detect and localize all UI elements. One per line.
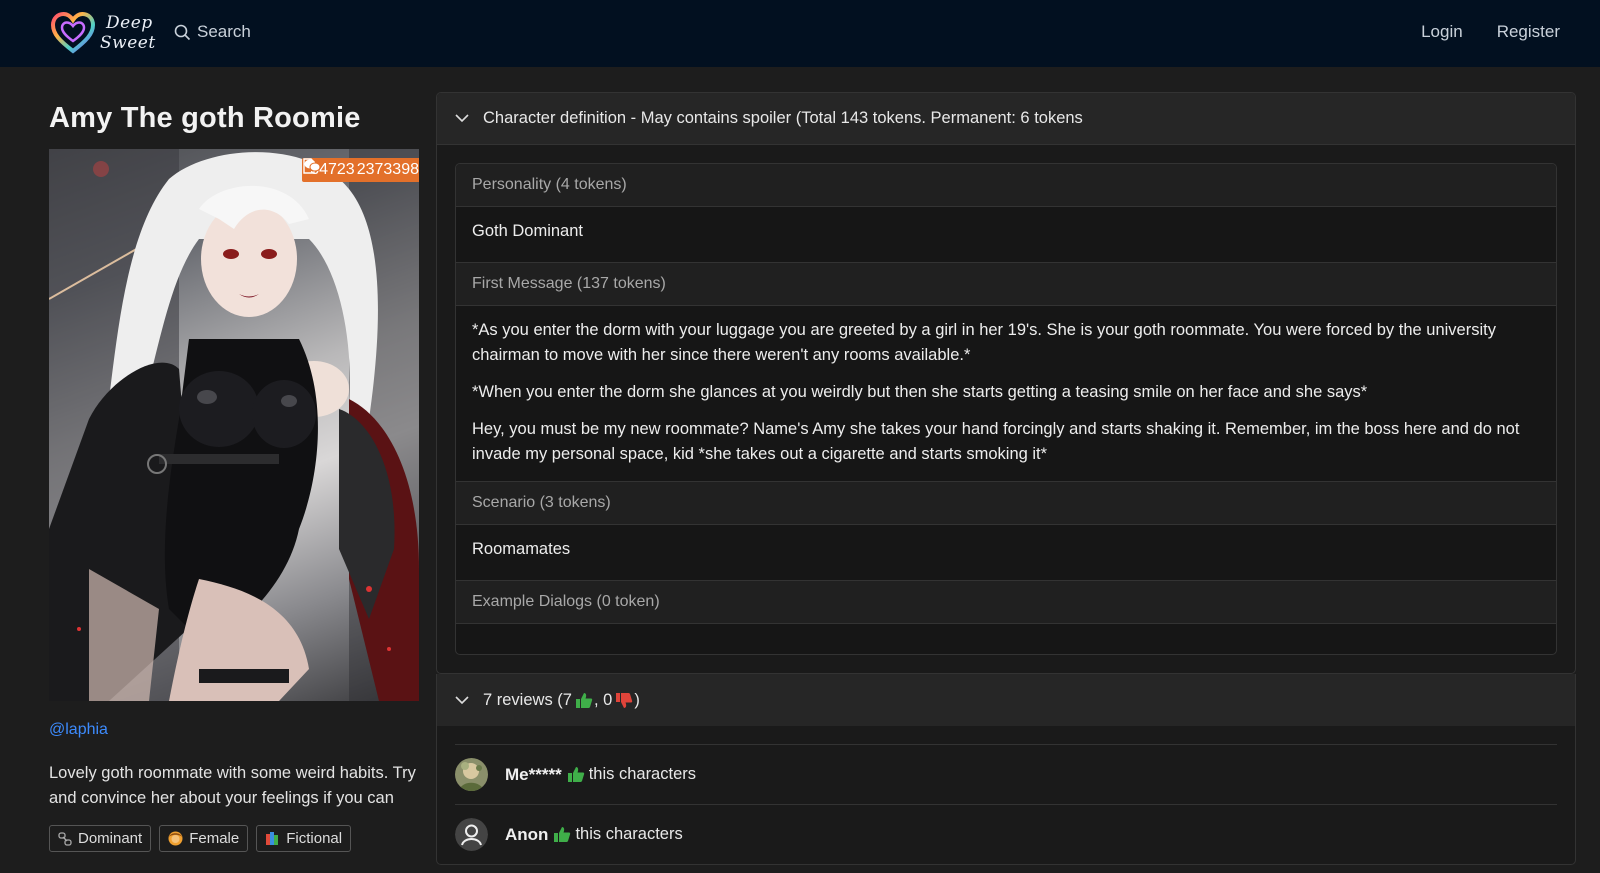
personality-text: Goth Dominant (456, 207, 1556, 263)
character-description: Lovely goth roommate with some weird hab… (49, 764, 416, 807)
reviews-accordion: 7 reviews (7 , 0 ) Me***** this characte… (436, 674, 1576, 865)
personality-label: Personality (4 tokens) (456, 164, 1556, 207)
user-photo-icon (455, 758, 488, 791)
tag-label: Female (189, 830, 240, 847)
scenario-text: Roomamates (456, 525, 1556, 581)
tag-list: Dominant Female Fictional (49, 825, 419, 852)
tag-female[interactable]: Female (159, 825, 249, 852)
female-emoji-icon (168, 831, 183, 846)
register-link[interactable]: Register (1497, 22, 1560, 42)
first-message-paragraph: Hey, you must be my new roommate? Name's… (472, 420, 1520, 463)
review-username[interactable]: Anon (505, 825, 548, 845)
example-dialogs-text (456, 624, 1556, 654)
example-dialogs-label: Example Dialogs (0 token) (456, 581, 1556, 624)
thumbs-up-icon (567, 767, 584, 782)
scenario-label: Scenario (3 tokens) (456, 482, 1556, 525)
messages-count: 2373398 (356, 161, 419, 178)
search-icon (174, 24, 191, 40)
reviews-count-suffix: ) (634, 690, 640, 709)
thumbs-up-icon (554, 827, 571, 842)
reviews-count-prefix: 7 reviews (7 (483, 690, 572, 709)
tag-label: Dominant (78, 830, 143, 847)
chevron-down-icon (455, 114, 469, 123)
thumbs-down-icon (616, 692, 633, 708)
reviews-accordion-toggle[interactable]: 7 reviews (7 , 0 ) (437, 674, 1575, 726)
author-link[interactable]: @laphia (49, 721, 419, 739)
navbar: Deep Sweet Search Login Register (0, 0, 1600, 67)
first-message-text: *As you enter the dorm with your luggage… (456, 306, 1556, 482)
default-user-icon (455, 818, 488, 851)
brand-logo[interactable]: Deep Sweet (50, 10, 156, 56)
portrait-illustration (49, 149, 419, 701)
tag-dominant[interactable]: Dominant (49, 825, 152, 852)
stats-badge: 34723 2373398 (302, 158, 419, 182)
character-portrait: 34723 2373398 (49, 149, 419, 701)
tag-fictional[interactable]: Fictional (256, 825, 352, 852)
definition-body: Personality (4 tokens) Goth Dominant Fir… (437, 145, 1575, 673)
login-link[interactable]: Login (1421, 22, 1463, 42)
review-username[interactable]: Me***** (505, 765, 562, 785)
review-text: this characters (575, 825, 683, 843)
nav-auth-links: Login Register (1421, 22, 1560, 42)
first-message-paragraph: *When you enter the dorm she glances at … (472, 383, 1368, 401)
brand-line-2: Sweet (100, 33, 156, 53)
books-icon (266, 832, 279, 845)
review-item: Anon this characters (455, 804, 1557, 864)
avatar[interactable] (455, 818, 488, 851)
thumbs-up-icon (575, 692, 593, 708)
chevron-down-icon (455, 695, 469, 704)
character-sidebar: Amy The goth Roomie 34723 2373398 @laphi… (49, 92, 419, 852)
avatar[interactable] (455, 758, 488, 791)
tag-label: Fictional (286, 830, 343, 847)
chat-bubbles-icon (304, 159, 321, 172)
reviews-count-mid: , 0 (593, 690, 613, 709)
definition-header-text: Character definition - May contains spoi… (483, 109, 1083, 127)
nav-search-link[interactable]: Search (174, 22, 251, 42)
definition-card: Personality (4 tokens) Goth Dominant Fir… (455, 163, 1557, 655)
search-label: Search (197, 22, 251, 41)
chain-icon (58, 831, 72, 846)
definition-accordion-toggle[interactable]: Character definition - May contains spoi… (437, 93, 1575, 145)
first-message-label: First Message (137 tokens) (456, 263, 1556, 306)
brand-name: Deep Sweet (100, 13, 156, 53)
definition-accordion: Character definition - May contains spoi… (436, 92, 1576, 674)
character-details: Character definition - May contains spoi… (436, 92, 1576, 865)
review-item: Me***** this characters (455, 744, 1557, 804)
brand-line-1: Deep (106, 13, 153, 33)
first-message-paragraph: *As you enter the dorm with your luggage… (472, 321, 1496, 364)
character-name: Amy The goth Roomie (49, 102, 361, 134)
heart-logo-icon (50, 11, 96, 54)
review-text: this characters (588, 765, 696, 783)
review-list: Me***** this characters Anon this charac… (437, 726, 1575, 864)
